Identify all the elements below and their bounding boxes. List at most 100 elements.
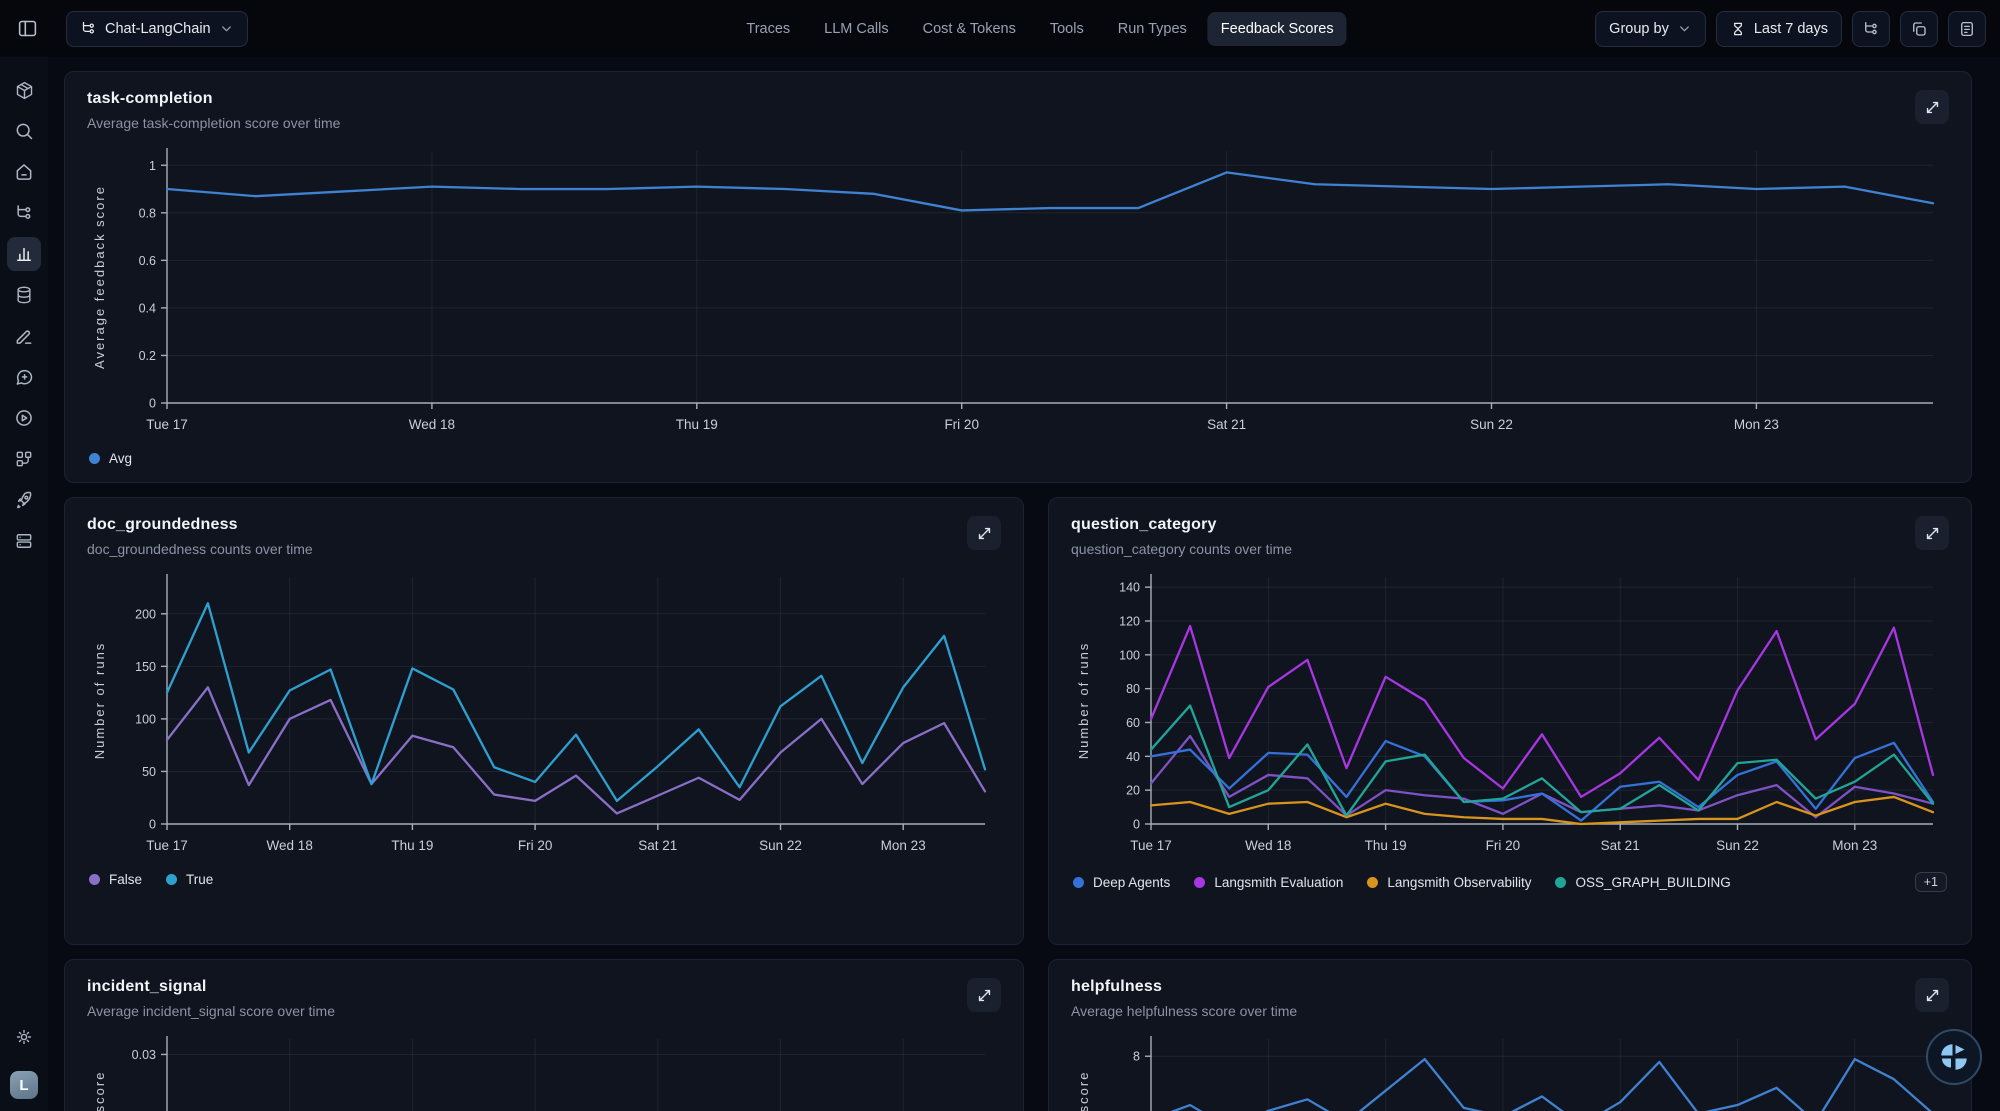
- time-range-button[interactable]: Last 7 days: [1716, 11, 1842, 47]
- chart-canvas-task-completion: Tue 17Wed 18Thu 19Fri 20Sat 21Sun 22Mon …: [87, 141, 1949, 441]
- legend-item[interactable]: Avg: [89, 451, 132, 466]
- assistant-logo-button[interactable]: [1926, 1029, 1982, 1085]
- sidebar-item-package[interactable]: [7, 73, 41, 107]
- tab-cost-tokens[interactable]: Cost & Tokens: [910, 12, 1029, 46]
- tab-feedback-scores[interactable]: Feedback Scores: [1208, 12, 1347, 46]
- svg-text:Fri 20: Fri 20: [518, 838, 553, 853]
- legend-item[interactable]: True: [166, 872, 213, 887]
- svg-text:Wed 18: Wed 18: [267, 838, 313, 853]
- legend-item[interactable]: Langsmith Observability: [1367, 875, 1531, 890]
- legend-item[interactable]: False: [89, 872, 142, 887]
- home-icon: [14, 162, 34, 182]
- sidebar-item-deployments[interactable]: [7, 483, 41, 517]
- chart-card-incident-signal: incident_signal Average incident_signal …: [64, 959, 1024, 1111]
- notepad-icon: [1958, 20, 1976, 38]
- svg-text:0: 0: [149, 818, 156, 832]
- legend-dot-icon: [1367, 877, 1378, 888]
- svg-text:Tue 17: Tue 17: [146, 838, 188, 853]
- chart-subtitle: doc_groundedness counts over time: [87, 541, 313, 557]
- svg-text:120: 120: [1119, 614, 1140, 628]
- project-selector[interactable]: Chat-LangChain: [66, 11, 248, 47]
- svg-text:Thu 19: Thu 19: [391, 838, 433, 853]
- svg-text:Mon 23: Mon 23: [1734, 417, 1779, 432]
- svg-text:Average feedback score: Average feedback score: [1076, 1071, 1091, 1111]
- chart-subtitle: question_category counts over time: [1071, 541, 1292, 557]
- search-icon: [14, 121, 34, 141]
- tree-view-button[interactable]: [1852, 11, 1890, 47]
- group-by-label: Group by: [1609, 21, 1669, 37]
- chart-question-category: Tue 17Wed 18Thu 19Fri 20Sat 21Sun 22Mon …: [1071, 567, 1949, 862]
- bar-chart-icon: [14, 244, 34, 264]
- svg-text:Thu 19: Thu 19: [1365, 838, 1407, 853]
- chevron-down-icon: [1677, 21, 1692, 36]
- notes-button[interactable]: [1948, 11, 1986, 47]
- tab-traces[interactable]: Traces: [733, 12, 803, 46]
- chart-subtitle: Average incident_signal score over time: [87, 1003, 335, 1019]
- sidebar-item-search[interactable]: [7, 114, 41, 148]
- svg-text:Sun 22: Sun 22: [759, 838, 802, 853]
- sidebar-item-feedback[interactable]: [7, 360, 41, 394]
- svg-text:Average feedback score: Average feedback score: [92, 1071, 107, 1111]
- package-icon: [14, 80, 35, 101]
- message-plus-icon: [14, 367, 34, 387]
- tab-llm-calls[interactable]: LLM Calls: [811, 12, 901, 46]
- copy-button[interactable]: [1900, 11, 1938, 47]
- svg-text:Fri 20: Fri 20: [944, 417, 979, 432]
- sidebar-item-annotate[interactable]: [7, 319, 41, 353]
- expand-button[interactable]: [1915, 516, 1949, 550]
- expand-icon: [1924, 987, 1941, 1004]
- legend-label: Langsmith Observability: [1387, 875, 1531, 890]
- sidebar-item-monitoring[interactable]: [7, 237, 41, 271]
- tab-tools[interactable]: Tools: [1037, 12, 1097, 46]
- expand-button[interactable]: [1915, 978, 1949, 1012]
- svg-text:0.2: 0.2: [139, 349, 156, 363]
- project-name: Chat-LangChain: [105, 21, 211, 37]
- pencil-icon: [14, 326, 34, 346]
- expand-button[interactable]: [1915, 90, 1949, 124]
- card-header: doc_groundedness doc_groundedness counts…: [87, 516, 1001, 557]
- svg-text:20: 20: [1126, 784, 1140, 798]
- legend-dot-icon: [89, 874, 100, 885]
- svg-text:100: 100: [135, 712, 156, 726]
- chart-title: incident_signal: [87, 978, 335, 996]
- tab-run-types[interactable]: Run Types: [1105, 12, 1200, 46]
- sidebar-item-traces[interactable]: [7, 196, 41, 230]
- sidebar-item-settings[interactable]: [7, 1020, 41, 1054]
- panel-toggle-button[interactable]: [10, 12, 44, 46]
- svg-text:0: 0: [149, 397, 156, 411]
- expand-button[interactable]: [967, 516, 1001, 550]
- legend-label: OSS_GRAPH_BUILDING: [1575, 875, 1730, 890]
- sidebar-item-datasets[interactable]: [7, 278, 41, 312]
- card-header: incident_signal Average incident_signal …: [87, 978, 1001, 1019]
- legend-label: False: [109, 872, 142, 887]
- svg-text:8: 8: [1133, 1050, 1140, 1064]
- chart-subtitle: Average task-completion score over time: [87, 115, 340, 131]
- sidebar-item-playground[interactable]: [7, 401, 41, 435]
- legend-dot-icon: [89, 453, 100, 464]
- card-header: question_category question_category coun…: [1071, 516, 1949, 557]
- svg-text:80: 80: [1126, 682, 1140, 696]
- svg-text:140: 140: [1119, 581, 1140, 595]
- legend-item[interactable]: Langsmith Evaluation: [1194, 875, 1343, 890]
- tree-icon: [80, 20, 97, 37]
- chart-legend: False True: [87, 862, 1001, 893]
- time-range-label: Last 7 days: [1754, 21, 1828, 37]
- card-header: helpfulness Average helpfulness score ov…: [1071, 978, 1949, 1019]
- legend-item[interactable]: OSS_GRAPH_BUILDING: [1555, 875, 1730, 890]
- sidebar-item-experiments[interactable]: [7, 442, 41, 476]
- pinwheel-logo-icon: [1936, 1039, 1972, 1075]
- legend-dot-icon: [166, 874, 177, 885]
- sidebar-item-servers[interactable]: [7, 524, 41, 558]
- svg-text:Wed 18: Wed 18: [1245, 838, 1291, 853]
- legend-overflow-badge[interactable]: +1: [1915, 872, 1947, 892]
- svg-text:Average feedback score: Average feedback score: [92, 185, 107, 369]
- legend-item[interactable]: Deep Agents: [1073, 875, 1170, 890]
- sidebar-item-home[interactable]: [7, 155, 41, 189]
- chart-doc-groundedness: Tue 17Wed 18Thu 19Fri 20Sat 21Sun 22Mon …: [87, 567, 1001, 862]
- legend-label: Deep Agents: [1093, 875, 1170, 890]
- group-by-select[interactable]: Group by: [1595, 11, 1706, 47]
- rocket-icon: [14, 490, 34, 510]
- avatar[interactable]: L: [10, 1071, 38, 1099]
- expand-button[interactable]: [967, 978, 1001, 1012]
- chart-card-doc-groundedness: doc_groundedness doc_groundedness counts…: [64, 497, 1024, 945]
